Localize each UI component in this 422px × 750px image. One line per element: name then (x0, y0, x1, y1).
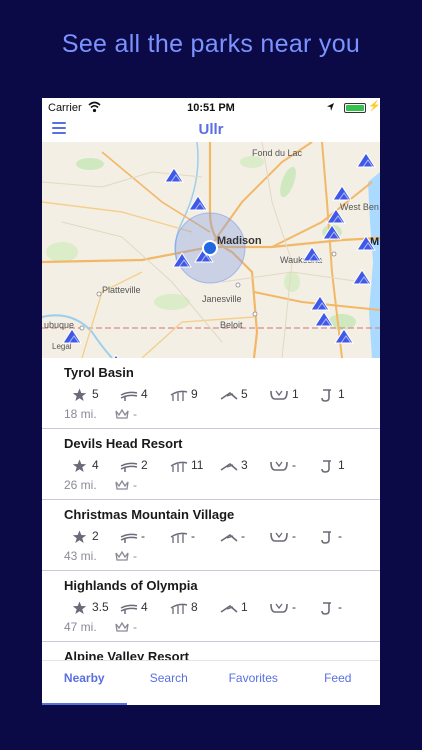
crown-icon (115, 621, 129, 632)
park-triangle-icon[interactable] (164, 167, 184, 183)
park-name: Alpine Valley Resort (64, 649, 189, 660)
map-label-platteville: Platteville (102, 285, 141, 295)
trail-icon (220, 533, 238, 542)
park-triangle-icon[interactable] (172, 252, 192, 268)
park-triangle-icon[interactable] (356, 235, 376, 251)
star-icon (72, 388, 87, 401)
terrain-park-icon (170, 532, 188, 543)
battery-icon (344, 103, 366, 113)
nav-bar: Ullr (42, 118, 380, 142)
charging-icon: ⚡ (368, 101, 380, 112)
crown-icon (115, 408, 129, 419)
rail-icon (321, 602, 331, 615)
park-meta: 43 mi. - (64, 549, 264, 563)
park-triangle-icon[interactable] (302, 246, 322, 262)
park-list-item[interactable]: Alpine Valley Resort (42, 642, 380, 660)
park-distance: 43 mi. (64, 549, 97, 563)
park-stats: 3.5 4 8 1 - - (72, 600, 372, 616)
park-map[interactable]: Fond du Lac West Ben Madison Waukesha Pl… (42, 142, 380, 358)
park-triangle-icon[interactable] (314, 311, 334, 327)
halfpipe-icon (270, 461, 288, 471)
rail-icon (321, 531, 331, 544)
park-stats: 5 4 9 5 1 1 (72, 387, 372, 403)
park-meta: 47 mi. - (64, 620, 264, 634)
park-vertical: - (133, 407, 137, 421)
park-triangle-icon[interactable] (356, 152, 376, 168)
halfpipe-icon (270, 390, 288, 400)
lift-icon (120, 604, 138, 614)
trail-icon (220, 462, 238, 471)
park-meta: 26 mi. - (64, 478, 264, 492)
map-label-fond-du-lac: Fond du Lac (252, 148, 303, 158)
headline: See all the parks near you (61, 30, 361, 58)
status-bar: Carrier 10:51 PM ⚡ (42, 98, 380, 118)
park-list-item[interactable]: Highlands of Olympia 3.5 4 8 1 - - 47 mi… (42, 571, 380, 642)
tab-label: Search (149, 671, 188, 685)
halfpipe-icon (270, 532, 288, 542)
park-list-item[interactable]: Devils Head Resort 4 2 11 3 - 1 26 mi. - (42, 429, 380, 500)
halfpipe-icon (270, 603, 288, 613)
lift-icon (120, 533, 138, 543)
map-label-janesville: Janesville (202, 294, 242, 304)
crown-icon (115, 550, 129, 561)
rail-icon (321, 460, 331, 473)
terrain-park-icon (170, 461, 188, 472)
park-stats: 4 2 11 3 - 1 (72, 458, 372, 474)
terrain-park-icon (170, 603, 188, 614)
terrain-park-icon (170, 390, 188, 401)
park-vertical: - (133, 549, 137, 563)
park-meta: 18 mi. - (64, 407, 264, 421)
star-icon (72, 459, 87, 472)
park-triangle-icon[interactable] (332, 185, 352, 201)
park-distance: 18 mi. (64, 407, 97, 421)
location-arrow-icon (326, 102, 335, 115)
tab-nearby[interactable]: Nearby (42, 661, 127, 705)
park-list-item[interactable]: Tyrol Basin 5 4 9 5 1 1 18 mi. - (42, 358, 380, 429)
star-icon (72, 601, 87, 614)
tab-bar: Nearby Search Favorites Feed (42, 660, 380, 705)
crown-icon (115, 479, 129, 490)
tab-search[interactable]: Search (127, 661, 212, 705)
park-stats: 2 - - - - - (72, 529, 372, 545)
park-name: Highlands of Olympia (64, 578, 198, 593)
park-triangle-icon[interactable] (334, 328, 354, 344)
park-name: Christmas Mountain Village (64, 507, 235, 522)
tab-feed[interactable]: Feed (296, 661, 381, 705)
park-name: Tyrol Basin (64, 365, 134, 380)
park-triangle-icon[interactable] (310, 295, 330, 311)
app-title: Ullr (198, 121, 224, 138)
park-distance: 47 mi. (64, 620, 97, 634)
park-triangle-icon[interactable] (352, 269, 372, 285)
map-label-madison: Madison (217, 235, 262, 247)
lift-icon (120, 391, 138, 401)
lift-icon (120, 462, 138, 472)
active-tab-indicator (42, 703, 127, 705)
trail-icon (220, 391, 238, 400)
trail-icon (220, 604, 238, 613)
park-vertical: - (133, 478, 137, 492)
tab-label: Favorites (228, 671, 278, 685)
tab-favorites[interactable]: Favorites (211, 661, 296, 705)
map-label-beloit: Beloit (220, 320, 243, 330)
park-triangle-icon[interactable] (188, 195, 208, 211)
phone-screen: Carrier 10:51 PM ⚡ Ullr Fond du Lac West… (42, 98, 380, 705)
park-vertical: - (133, 620, 137, 634)
park-list-item[interactable]: Christmas Mountain Village 2 - - - - - 4… (42, 500, 380, 571)
tab-label: Feed (324, 671, 352, 685)
park-name: Devils Head Resort (64, 436, 183, 451)
tab-label: Nearby (63, 671, 105, 685)
park-triangle-icon[interactable] (322, 224, 342, 240)
current-location-dot (202, 240, 218, 256)
star-icon (72, 530, 87, 543)
park-triangle-icon[interactable] (62, 328, 82, 344)
park-list[interactable]: Tyrol Basin 5 4 9 5 1 1 18 mi. - Devils … (42, 358, 380, 660)
rail-icon (321, 389, 331, 402)
park-distance: 26 mi. (64, 478, 97, 492)
park-triangle-icon[interactable] (326, 208, 346, 224)
